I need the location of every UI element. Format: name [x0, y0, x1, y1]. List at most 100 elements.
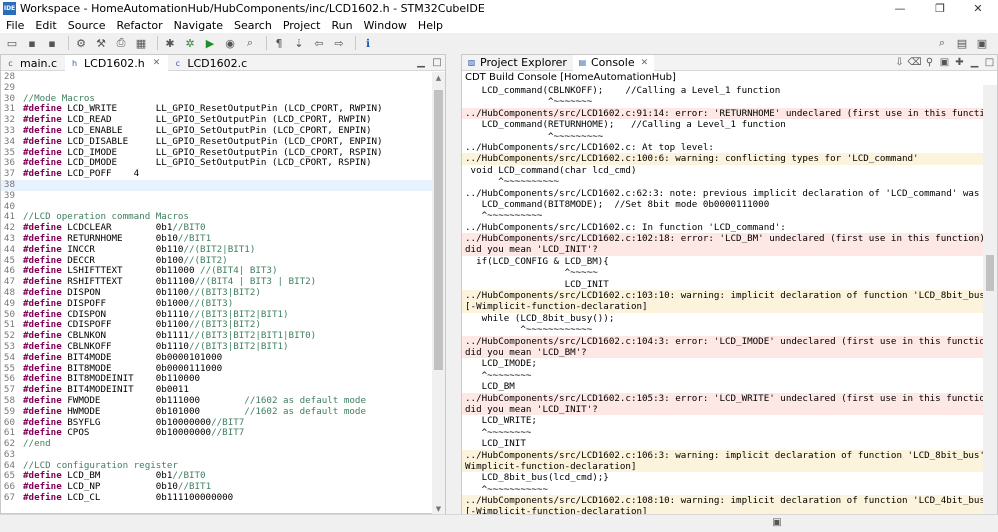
- save-button[interactable]: ▪: [24, 35, 40, 51]
- menu-item-file[interactable]: File: [0, 19, 29, 32]
- title-bar: IDE Workspace - HomeAutomationHub/HubCom…: [0, 0, 998, 17]
- build-settings-icon: ⚙: [76, 36, 86, 50]
- error-line: ../HubComponents/src/LCD1602.c:91:14: er…: [462, 107, 984, 120]
- menu-item-navigate[interactable]: Navigate: [168, 19, 228, 32]
- console-line: ^~~~~~~~~: [465, 369, 532, 381]
- debug-config-button[interactable]: ✱: [162, 35, 178, 51]
- menu-item-window[interactable]: Window: [358, 19, 412, 32]
- editor-scroll-thumb[interactable]: [434, 90, 443, 370]
- build-settings-button[interactable]: ⚙: [73, 35, 89, 51]
- console-line: LCD_command(RETURNHOME); //Calling a Lev…: [465, 119, 786, 131]
- next-annotation-button[interactable]: ⇣: [291, 35, 307, 51]
- maximize-view-icon[interactable]: □: [982, 57, 997, 68]
- close-button[interactable]: ✕: [958, 0, 998, 17]
- menu-item-source[interactable]: Source: [62, 19, 111, 32]
- tab-console[interactable]: ▤ Console ✕: [572, 54, 655, 71]
- menu-item-search[interactable]: Search: [228, 19, 277, 32]
- maximize-view-icon[interactable]: □: [429, 55, 445, 70]
- code-keyword: #define: [23, 330, 62, 342]
- menu-item-refactor[interactable]: Refactor: [111, 19, 168, 32]
- toolbar-separator: [157, 36, 158, 50]
- back-button[interactable]: ⇦: [311, 35, 327, 51]
- menu-item-run[interactable]: Run: [325, 19, 357, 32]
- cube-perspective-button[interactable]: ▣: [974, 35, 990, 51]
- menu-item-edit[interactable]: Edit: [29, 19, 61, 32]
- code-body: DISPOFF 0b1000: [61, 297, 189, 309]
- code-area[interactable]: 28 29 30//Mode Macros 31 #define LCD_WRITE L…: [1, 72, 433, 515]
- code-body: HWMODE 0b101000: [61, 405, 245, 417]
- run-button[interactable]: ▶: [202, 35, 218, 51]
- code-comment: //BIT0: [172, 222, 206, 234]
- toolbar-separator: [266, 36, 267, 50]
- open-console-icon[interactable]: ✚: [952, 57, 967, 68]
- quick-search-button[interactable]: ⌕: [934, 35, 950, 51]
- code-line: 61 #define CPOS 0b10000000//BIT7: [1, 427, 433, 439]
- search-button[interactable]: ⌕: [242, 35, 258, 51]
- bug-button[interactable]: ✲: [182, 35, 198, 51]
- toggle-comment-button[interactable]: ¶: [271, 35, 287, 51]
- code-keyword: #define: [23, 157, 62, 169]
- external-tools-icon: ◉: [225, 36, 235, 50]
- tab-main-c[interactable]: c main.c: [1, 55, 65, 71]
- console-scroll-thumb[interactable]: [986, 255, 994, 291]
- editor-scrollbar[interactable]: ▲ ▼: [432, 72, 445, 515]
- code-comment: //1602 as default mode: [244, 394, 366, 406]
- code-keyword: #define: [23, 243, 62, 255]
- code-body: BSYFLG 0b10000000: [61, 416, 212, 428]
- warning-line: ../HubComponents/src/LCD1602.c:103:10: w…: [462, 290, 984, 302]
- print-icon: ⎙: [116, 36, 126, 49]
- menu-item-help[interactable]: Help: [412, 19, 448, 32]
- close-tab-icon[interactable]: ✕: [153, 58, 161, 68]
- status-icon[interactable]: ▣: [770, 517, 784, 530]
- code-keyword: #define: [23, 416, 62, 428]
- forward-icon: ⇨: [334, 36, 344, 50]
- hammer-button[interactable]: ⚒: [93, 35, 109, 51]
- console-line: void LCD_command(char lcd_cmd): [465, 164, 637, 176]
- external-tools-button[interactable]: ◉: [222, 35, 238, 51]
- close-tab-icon[interactable]: ✕: [641, 58, 649, 68]
- perspective-button[interactable]: ▤: [954, 35, 970, 51]
- code-keyword: #define: [23, 340, 62, 352]
- warning-line: ../HubComponents/src/LCD1602.c:100:6: wa…: [462, 153, 984, 165]
- clear-console-icon[interactable]: ⌫: [907, 57, 922, 68]
- warning-line: ../HubComponents/src/LCD1602.c:108:10: w…: [462, 495, 984, 507]
- tab-project-explorer[interactable]: ▨ Project Explorer: [462, 55, 573, 71]
- save-all-button[interactable]: ▪: [44, 35, 60, 51]
- menu-item-project[interactable]: Project: [277, 19, 326, 32]
- minimize-view-icon[interactable]: ▁: [967, 57, 982, 68]
- new-button[interactable]: ▭: [4, 35, 20, 51]
- display-selected-console-icon[interactable]: ▣: [937, 57, 952, 68]
- console-output[interactable]: LCD_command(CBLNKOFF); //Calling a Level…: [462, 85, 984, 515]
- tab-lcd1602-h[interactable]: h LCD1602.h ✕: [65, 55, 169, 71]
- scroll-up-icon[interactable]: ▲: [432, 72, 445, 84]
- console-line: ^~~~~~~~~~~: [465, 176, 560, 188]
- error-line: did you mean 'LCD_INIT'?: [462, 403, 984, 416]
- console-line: while (LCD_8bit_busy());: [465, 312, 615, 324]
- pin-console-icon[interactable]: ⚲: [922, 57, 937, 68]
- minimize-view-icon[interactable]: ▁: [413, 55, 429, 70]
- code-text: //end: [23, 438, 51, 450]
- close-icon: ✕: [973, 2, 983, 15]
- new-icon: ▭: [6, 36, 18, 50]
- open-type-button[interactable]: ▦: [133, 35, 149, 51]
- search-icon: ⌕: [246, 36, 254, 49]
- code-comment: //(BIT2): [183, 254, 228, 266]
- scroll-lock-icon[interactable]: ⇩: [892, 57, 907, 68]
- menu-bar: File Edit Source Refactor Navigate Search Proj…: [0, 17, 998, 33]
- console-icon: ▤: [578, 58, 587, 67]
- minimize-button[interactable]: —: [880, 0, 920, 17]
- info-button[interactable]: ℹ: [360, 35, 376, 51]
- forward-button[interactable]: ⇨: [331, 35, 347, 51]
- hammer-icon: ⚒: [96, 36, 106, 50]
- tab-lcd1602-c[interactable]: c LCD1602.c: [168, 55, 255, 71]
- console-line: ^~~~~~~~: [465, 96, 593, 108]
- code-body: LCD_DMODE LL_GPIO_SetOutputPin (LCD_CPOR…: [61, 157, 372, 169]
- editor-pane: c main.c h LCD1602.h ✕ c LCD1602.c ▁ □ 28 29 30//M…: [0, 54, 446, 515]
- minimize-icon: —: [894, 2, 906, 15]
- restore-button[interactable]: ❐: [920, 0, 960, 17]
- code-body: FWMODE 0b111000: [61, 394, 245, 406]
- status-bar: ▣: [0, 514, 998, 532]
- code-comment: //(BIT4| BIT3): [200, 265, 278, 277]
- console-scrollbar[interactable]: [983, 85, 997, 515]
- print-button[interactable]: ⎙: [113, 35, 129, 51]
